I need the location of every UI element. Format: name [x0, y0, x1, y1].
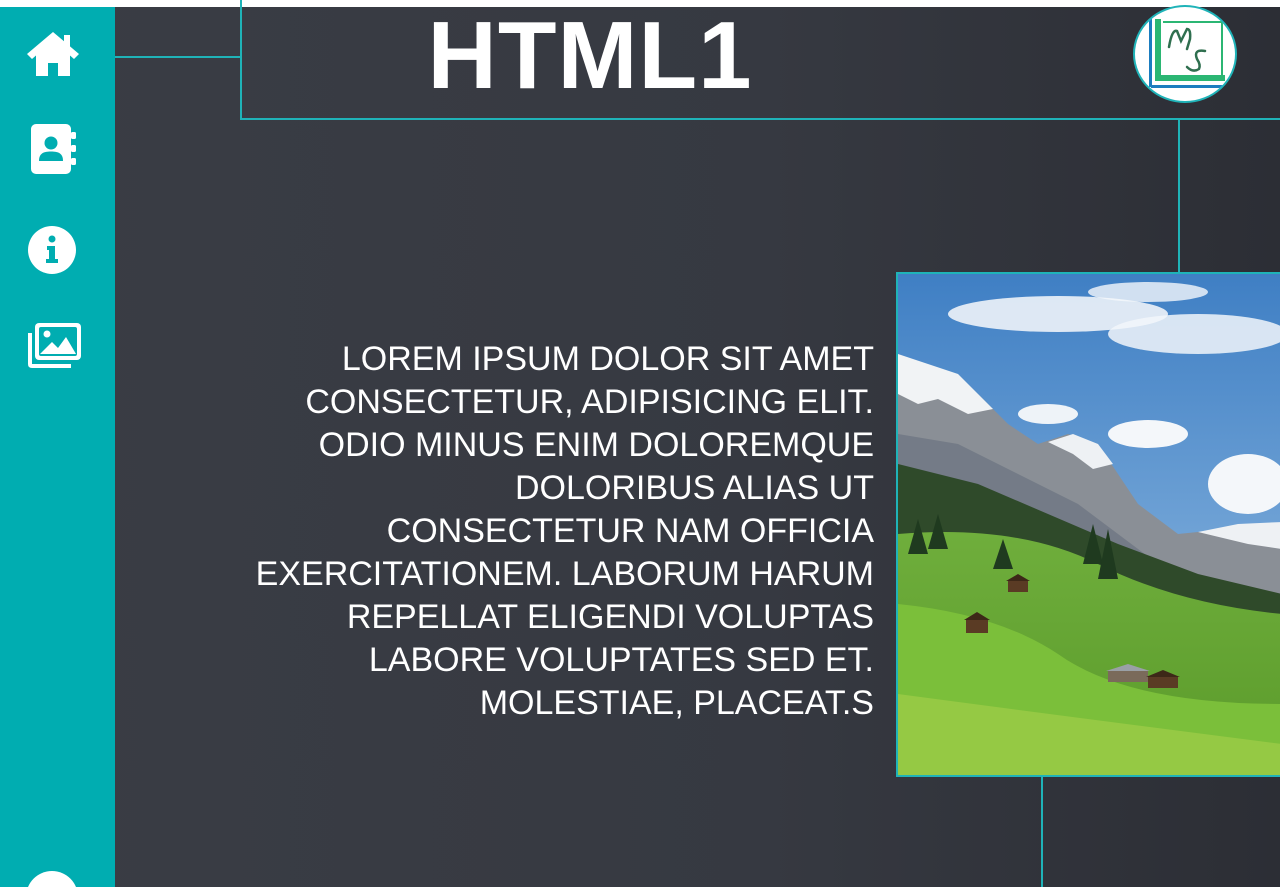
info-icon: [28, 226, 76, 274]
images-icon: [28, 323, 81, 368]
accent-line-vertical-left: [240, 0, 242, 120]
page: HTML1 LOREM IPSUM DOLOR SIT AMET CONSECT…: [0, 0, 1280, 887]
sidebar-item-info[interactable]: [24, 225, 82, 275]
accent-line-horizontal-left: [115, 56, 241, 58]
user-avatar[interactable]: [26, 871, 78, 887]
address-book-icon: [31, 124, 76, 174]
logo[interactable]: [1133, 5, 1237, 103]
accent-line-vertical-right: [1178, 119, 1180, 272]
hero-image: [896, 272, 1280, 777]
home-icon: [27, 32, 79, 76]
sidebar: [0, 7, 115, 887]
sidebar-item-gallery[interactable]: [24, 320, 82, 370]
page-title: HTML1: [427, 2, 753, 109]
mountain-valley-image: [898, 274, 1280, 775]
intro-paragraph: LOREM IPSUM DOLOR SIT AMET CONSECTETUR, …: [255, 340, 874, 722]
ms-logo-icon: [1149, 17, 1225, 88]
header-underline: [240, 118, 1280, 120]
sidebar-item-home[interactable]: [24, 29, 82, 79]
accent-line-vertical-bottom: [1041, 776, 1043, 887]
sidebar-item-contacts[interactable]: [24, 124, 82, 174]
